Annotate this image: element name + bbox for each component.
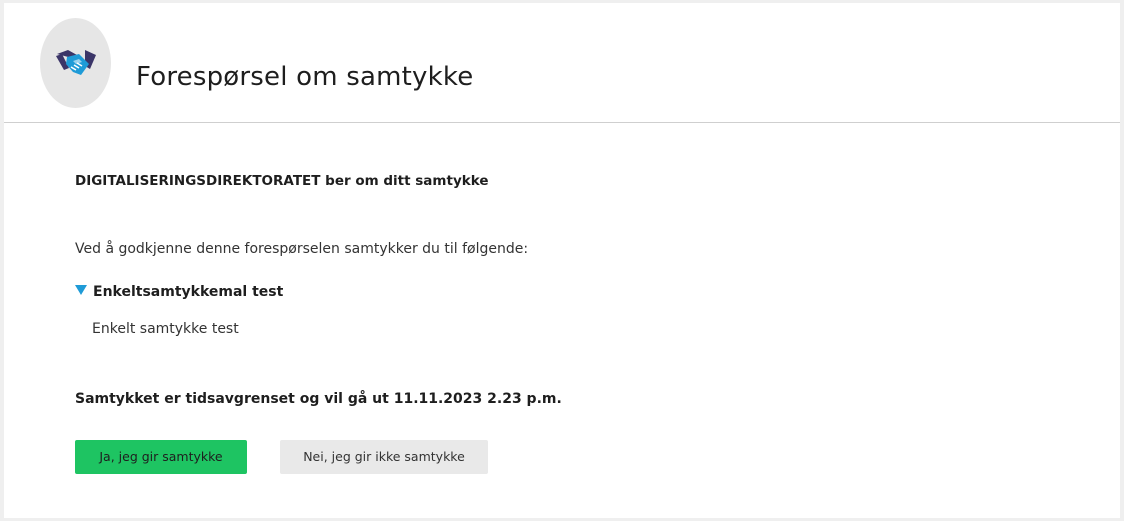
expiry-text: Samtykket er tidsavgrenset og vil gå ut … xyxy=(75,391,562,407)
page-title: Forespørsel om samtykke xyxy=(136,62,474,93)
decline-consent-button[interactable]: Nei, jeg gir ikke samtykke xyxy=(280,440,488,474)
accept-consent-button[interactable]: Ja, jeg gir samtykke xyxy=(75,440,247,474)
page-header: Forespørsel om samtykke xyxy=(4,3,1120,123)
consent-item-title: Enkeltsamtykkemal test xyxy=(93,284,284,300)
triangle-down-icon xyxy=(75,285,87,295)
intro-text: Ved å godkjenne denne forespørselen samt… xyxy=(75,241,529,257)
consent-item-description: Enkelt samtykke test xyxy=(92,321,239,337)
requester-line: DIGITALISERINGSDIREKTORATET ber om ditt … xyxy=(75,173,489,189)
logo xyxy=(40,18,111,108)
consent-item-toggle[interactable]: Enkeltsamtykkemal test xyxy=(75,284,283,300)
handshake-icon xyxy=(56,50,96,75)
consent-card: Forespørsel om samtykke DIGITALISERINGSD… xyxy=(4,3,1120,518)
